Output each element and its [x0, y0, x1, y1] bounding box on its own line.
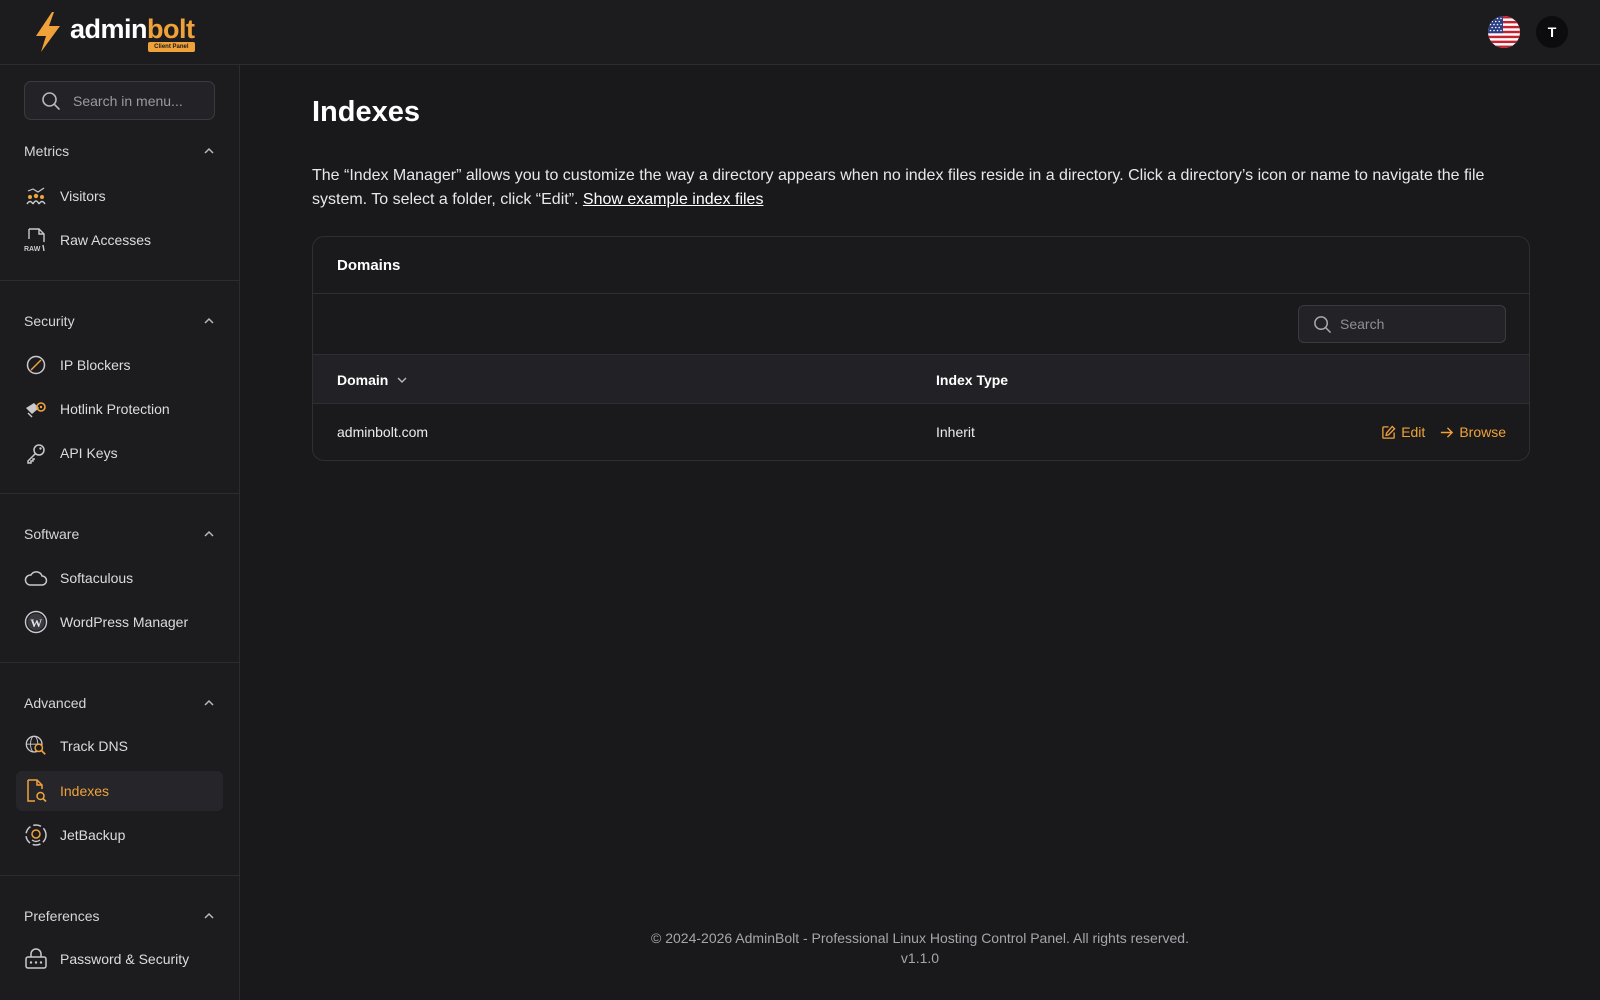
intro-text: The “Index Manager” allows you to custom…	[312, 167, 1485, 208]
brand-name-admin: admin	[70, 14, 148, 44]
search-icon	[1314, 315, 1331, 333]
divider	[0, 493, 240, 494]
sidebar-item-track-dns[interactable]: Track DNS	[16, 726, 223, 766]
version-text: v1.1.0	[900, 950, 940, 966]
sidebar-item-label: Softaculous	[60, 570, 134, 586]
page-description: The “Index Manager” allows you to custom…	[312, 164, 1512, 212]
chevron-up-icon	[204, 317, 214, 324]
track-dns-icon	[24, 734, 48, 758]
password-icon	[24, 947, 48, 971]
column-index-type: Index Type	[936, 355, 1008, 404]
sidebar-item-label: Password & Security	[60, 951, 190, 967]
hotlink-icon	[24, 397, 48, 421]
table-search-input[interactable]	[1340, 316, 1490, 332]
section-title: Software	[24, 526, 80, 542]
sidebar-item-label: Hotlink Protection	[60, 401, 170, 417]
browse-label: Browse	[1459, 424, 1506, 440]
sidebar-item-hotlink-protection[interactable]: Hotlink Protection	[16, 389, 223, 429]
menu-search-input[interactable]	[73, 92, 193, 109]
sidebar-item-label: JetBackup	[60, 827, 126, 843]
sidebar-item-label: IP Blockers	[60, 357, 131, 373]
table-header: Domain Index Type	[313, 355, 1529, 404]
sidebar-item-wordpress-manager[interactable]: W WordPress Manager	[16, 602, 223, 642]
section-security[interactable]: Security	[24, 310, 215, 332]
column-domain-label: Domain	[337, 371, 389, 388]
section-title: Preferences	[24, 908, 100, 924]
brand-badge: Client Panel	[148, 42, 195, 52]
sidebar-item-indexes[interactable]: Indexes	[16, 771, 223, 811]
sidebar-item-api-keys[interactable]: API Keys	[16, 433, 223, 473]
section-title: Security	[24, 313, 75, 329]
sidebar-item-label: Visitors	[60, 188, 106, 204]
column-domain[interactable]: Domain	[337, 355, 408, 404]
jetbackup-icon	[24, 823, 48, 847]
sidebar-item-label: Indexes	[60, 783, 110, 799]
visitors-icon	[24, 184, 48, 208]
sidebar-item-label: Track DNS	[60, 738, 128, 754]
section-title: Advanced	[24, 695, 87, 711]
chevron-up-icon	[204, 912, 214, 919]
chevron-up-icon	[204, 699, 214, 706]
footer: © 2024-2026 AdminBolt - Professional Lin…	[240, 928, 1600, 968]
block-icon	[24, 353, 48, 377]
chevron-up-icon	[204, 530, 214, 537]
domain-cell: adminbolt.com	[337, 424, 429, 440]
us-flag-icon[interactable]	[1488, 16, 1520, 48]
top-bar: adminbolt Client Panel T	[0, 0, 1600, 65]
sidebar-item-visitors[interactable]: Visitors	[16, 176, 223, 216]
key-icon	[24, 441, 48, 465]
sidebar-item-ip-blockers[interactable]: IP Blockers	[16, 345, 223, 385]
file-search-icon	[24, 779, 48, 803]
section-advanced[interactable]: Advanced	[24, 692, 215, 714]
raw-file-icon: RAW	[24, 228, 48, 253]
card-title: Domains	[313, 237, 1529, 294]
sidebar-item-jetbackup[interactable]: JetBackup	[16, 815, 223, 855]
browse-button[interactable]: Browse	[1439, 424, 1506, 440]
sidebar-item-password-security[interactable]: Password & Security	[16, 939, 223, 979]
section-title: Metrics	[24, 143, 70, 159]
edit-icon	[1382, 424, 1396, 439]
brand-name-bolt: bolt	[147, 14, 195, 44]
sidebar-item-label: Raw Accesses	[60, 232, 152, 248]
bolt-logo-icon	[36, 12, 60, 52]
chevron-down-icon	[397, 377, 407, 383]
edit-button[interactable]: Edit	[1381, 424, 1425, 440]
sidebar: Metrics Visitors RAW Raw Accesses Securi…	[0, 65, 240, 1000]
page-title: Indexes	[312, 96, 420, 128]
divider	[0, 875, 240, 876]
domains-card: Domains Domain Index Type adminbolt.com …	[312, 236, 1530, 461]
divider	[0, 662, 240, 663]
index-type-cell: Inherit	[936, 424, 975, 440]
user-avatar[interactable]: T	[1536, 16, 1568, 48]
copyright-text: © 2024-2026 AdminBolt - Professional Lin…	[651, 930, 1189, 946]
column-index-type-label: Index Type	[936, 371, 1009, 388]
brand-logo[interactable]: adminbolt Client Panel	[30, 10, 195, 54]
sidebar-item-label: API Keys	[60, 445, 118, 461]
section-metrics[interactable]: Metrics	[24, 140, 215, 162]
chevron-up-icon	[204, 147, 214, 154]
divider	[0, 280, 240, 281]
table-search[interactable]	[1298, 305, 1506, 343]
sidebar-item-softaculous[interactable]: Softaculous	[16, 558, 223, 598]
sidebar-item-raw-accesses[interactable]: RAW Raw Accesses	[16, 220, 223, 260]
cloud-icon	[24, 566, 48, 590]
edit-label: Edit	[1401, 424, 1426, 440]
svg-text:W: W	[30, 616, 42, 630]
table-row: adminbolt.com Inherit Edit Browse	[313, 404, 1529, 460]
table-toolbar	[313, 294, 1529, 355]
section-software[interactable]: Software	[24, 523, 215, 545]
section-preferences[interactable]: Preferences	[24, 905, 215, 927]
sidebar-item-label: WordPress Manager	[60, 614, 189, 630]
search-icon	[42, 91, 60, 110]
svg-text:RAW: RAW	[24, 246, 41, 253]
wordpress-icon: W	[24, 610, 48, 634]
arrow-right-icon	[1441, 426, 1454, 438]
show-example-index-files-link[interactable]: Show example index files	[583, 191, 764, 208]
menu-search[interactable]	[24, 81, 215, 120]
